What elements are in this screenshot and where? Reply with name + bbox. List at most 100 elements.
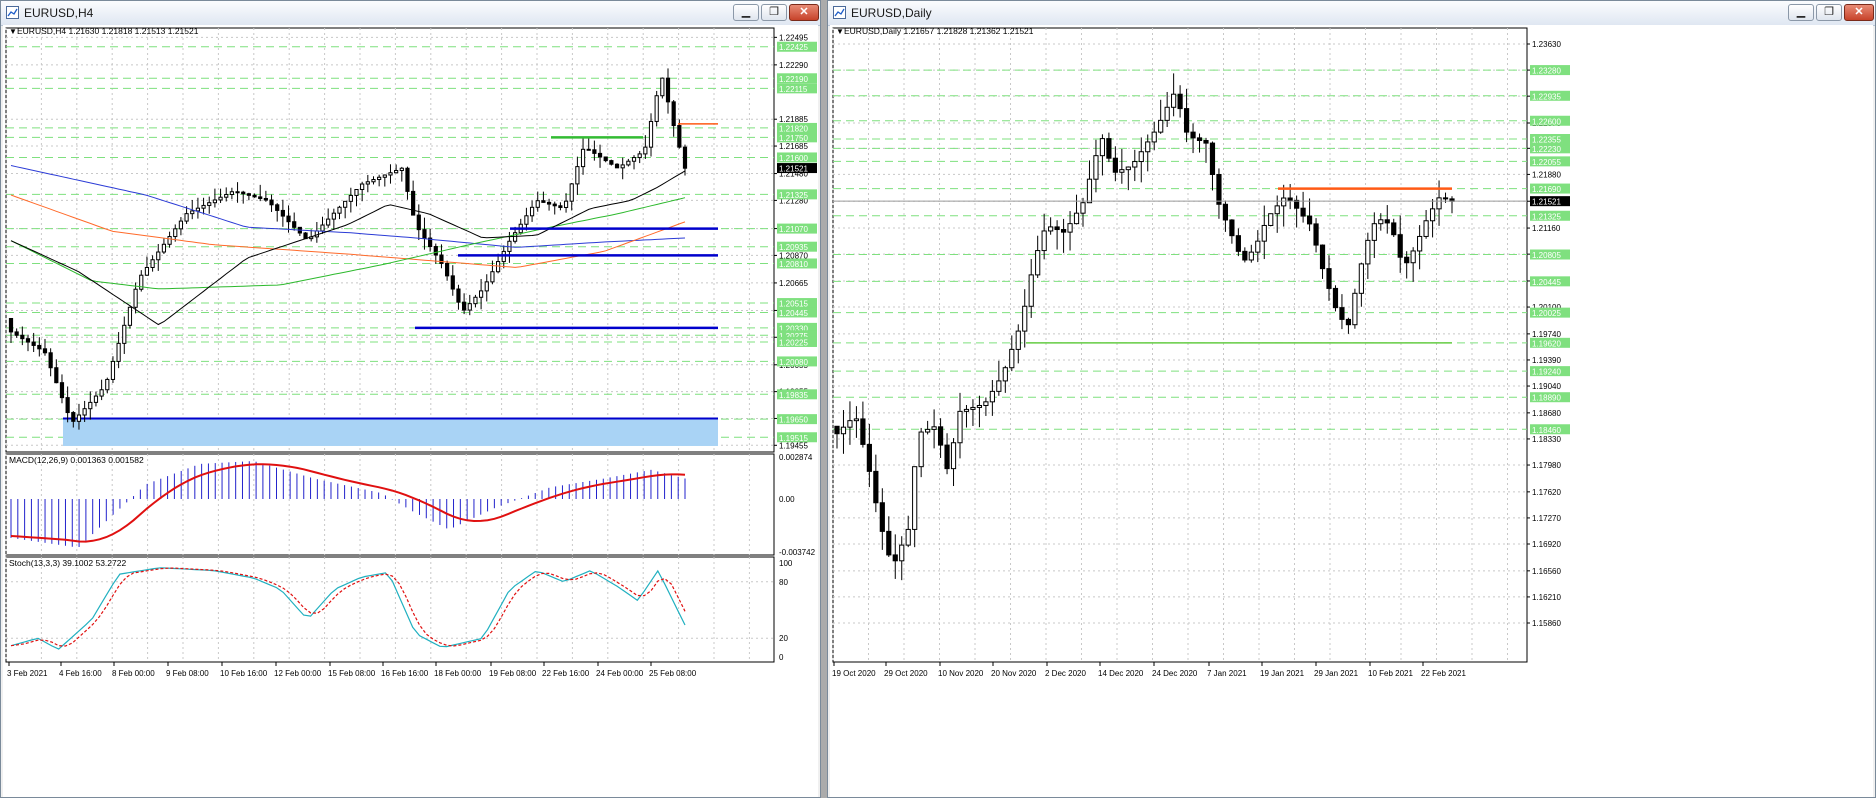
h4-candle: [445, 262, 450, 277]
price-axis-label: 1.18330: [1532, 435, 1561, 444]
daily-candle: [1332, 287, 1339, 309]
window-titlebar[interactable]: EURUSD,H4 ▁ ❐ ✕: [1, 1, 820, 26]
daily-candle: [1371, 223, 1377, 241]
level-label: 1.19620: [1532, 339, 1561, 348]
restore-icon: ❐: [769, 6, 779, 18]
minimize-button[interactable]: ▁: [1788, 4, 1814, 21]
daily-candle: [1067, 223, 1073, 233]
daily-candle: [1345, 318, 1352, 326]
h4-candle: [416, 214, 421, 231]
level-label: 1.20810: [779, 260, 808, 269]
h4-candle: [660, 77, 665, 97]
level-label: 1.20080: [779, 358, 808, 367]
level-label: 1.20515: [779, 300, 808, 309]
h4-candle: [648, 120, 654, 148]
daily-candle: [1384, 219, 1390, 224]
h4-candle: [354, 189, 359, 196]
h4-candle: [569, 183, 574, 202]
h4-candle: [411, 190, 416, 216]
h4-candle: [682, 146, 688, 169]
support-zone: [63, 418, 718, 446]
daily-candle: [1352, 292, 1358, 326]
h4-candle: [246, 193, 251, 196]
price-axis-label: 1.19390: [1532, 356, 1561, 365]
daily-candle: [1222, 203, 1229, 221]
h4-candle: [303, 232, 308, 240]
time-axis-label: 4 Feb 16:00: [59, 669, 102, 678]
minimize-button[interactable]: ▁: [733, 4, 759, 21]
h4-candle: [314, 230, 319, 238]
daily-candle: [1281, 197, 1287, 207]
chart-area-h4[interactable]: 1.224951.222901.218851.216851.214801.212…: [3, 25, 818, 797]
chart-area-daily[interactable]: 1.236301.232801.229301.225701.222301.218…: [830, 25, 1873, 797]
daily-candle: [879, 502, 885, 532]
daily-candle: [1190, 131, 1196, 139]
window-eurusd-daily[interactable]: EURUSD,Daily ▁ ❐ ✕ 1.236301.232801.22930…: [827, 0, 1876, 798]
close-button[interactable]: ✕: [1844, 4, 1874, 21]
macd-scale-label: -0.003742: [779, 548, 816, 557]
h4-candle: [161, 243, 167, 253]
daily-candle: [963, 408, 970, 412]
h4-candle: [42, 348, 48, 354]
daily-candle: [1203, 139, 1209, 144]
daily-candle: [1235, 235, 1241, 252]
daily-candle: [1151, 131, 1157, 143]
daily-candle: [866, 443, 872, 472]
h4-candle: [20, 334, 25, 340]
time-axis-label: 3 Feb 2021: [7, 669, 48, 678]
h4-candle: [133, 288, 138, 308]
h4-candle: [201, 204, 206, 209]
daily-candle: [1216, 173, 1222, 205]
h4-candle: [563, 200, 569, 208]
daily-candle: [1274, 205, 1280, 215]
level-label: 1.19650: [779, 416, 808, 425]
h4-candle: [575, 166, 580, 185]
daily-candle: [1404, 256, 1410, 264]
h4-candle: [275, 204, 280, 211]
daily-candle: [1442, 197, 1449, 200]
h4-candle: [280, 209, 285, 217]
h4-candle: [229, 191, 234, 195]
daily-candle: [1112, 157, 1118, 173]
daily-candle: [1086, 178, 1093, 204]
h4-candle: [365, 181, 370, 185]
h4-candle: [190, 210, 195, 215]
daily-candle: [1119, 169, 1125, 173]
time-axis-label: 2 Dec 2020: [1045, 669, 1086, 678]
daily-candle: [989, 390, 995, 403]
restore-button[interactable]: ❐: [761, 4, 787, 21]
h4-candle: [122, 324, 127, 344]
level-label: 1.20805: [1532, 251, 1561, 260]
close-button[interactable]: ✕: [789, 4, 819, 21]
daily-candle: [937, 426, 944, 446]
h4-candle: [48, 352, 53, 369]
h4-candle: [592, 149, 597, 154]
h4-candle: [127, 306, 133, 326]
daily-candle: [860, 418, 866, 445]
level-label: 1.20025: [1532, 309, 1561, 318]
h4-candle: [326, 218, 331, 226]
daily-candle: [996, 380, 1002, 392]
chart-header: EURUSD,H4 1.21630 1.21818 1.21513 1.2152…: [17, 26, 199, 36]
window-titlebar[interactable]: EURUSD,Daily ▁ ❐ ✕: [828, 1, 1875, 26]
h4-candle: [603, 156, 608, 162]
daily-candle: [873, 470, 879, 504]
h4-candle: [665, 77, 671, 103]
time-axis-label: 19 Jan 2021: [1260, 669, 1305, 678]
daily-candle: [1429, 208, 1436, 222]
h4-candle: [144, 266, 150, 276]
h4-candle: [178, 220, 184, 230]
h4-candle: [343, 200, 348, 208]
time-axis-label: 14 Dec 2020: [1098, 669, 1144, 678]
h4-candle: [495, 261, 501, 273]
window-eurusd-h4[interactable]: EURUSD,H4 ▁ ❐ ✕ 1.22495 1.22290 1.21885 1.2…: [0, 0, 821, 798]
h4-candle: [241, 191, 246, 195]
time-axis-label: 24 Feb 00:00: [596, 669, 644, 678]
time-axis-label: 15 Feb 08:00: [328, 669, 376, 678]
price-axis-label: 1.21685: [779, 142, 808, 151]
price-axis-label: 1.21880: [1532, 170, 1561, 179]
h4-candle: [490, 271, 495, 283]
daily-candle: [1209, 142, 1216, 175]
level-label: 1.18890: [1532, 394, 1561, 403]
restore-button[interactable]: ❐: [1816, 4, 1842, 21]
